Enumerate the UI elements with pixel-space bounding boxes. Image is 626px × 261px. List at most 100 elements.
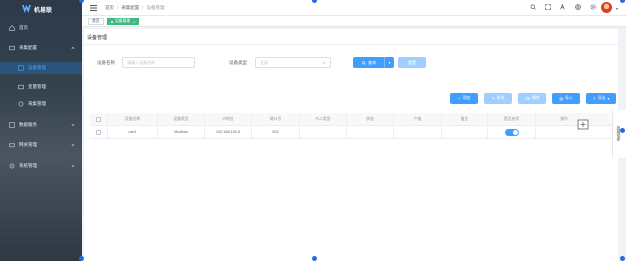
sidebar-item-label: 设备管理 bbox=[28, 65, 46, 70]
chevron-down-icon bbox=[71, 165, 75, 168]
resize-handle[interactable] bbox=[79, 256, 84, 261]
hide-search-panel[interactable]: 隐藏搜索 bbox=[612, 110, 626, 158]
header-tools bbox=[530, 4, 596, 10]
add-comment-icon[interactable] bbox=[577, 119, 589, 131]
sidebar-item-gateway-manage[interactable]: 网关管理 bbox=[0, 139, 82, 151]
chevron-up-icon bbox=[71, 46, 75, 49]
reset-label: 重置 bbox=[408, 59, 416, 65]
device-type-select[interactable]: 全部 bbox=[255, 57, 331, 68]
device-type-label: 设备类型 bbox=[229, 60, 247, 65]
collect-icon bbox=[18, 101, 24, 107]
sidebar: 机易联 首页 采集配置 设备管理 变量管理 采集管理 数据服务 网关管理 系统管… bbox=[0, 0, 82, 261]
select-all-checkbox[interactable] bbox=[96, 116, 101, 122]
config-icon bbox=[9, 45, 15, 51]
header-cell: PLC类型 bbox=[300, 113, 347, 125]
edit-label: 修改 bbox=[496, 96, 505, 100]
fullscreen-icon[interactable] bbox=[545, 4, 551, 10]
tag-label: 首页 bbox=[92, 19, 100, 23]
top-header: 首页 / 采集配置 / 设备管理 ▾ bbox=[82, 0, 626, 16]
settings-icon[interactable] bbox=[590, 4, 596, 10]
row-select-cell[interactable] bbox=[90, 125, 108, 139]
export-button[interactable]: ⇪ 导出 ▾ bbox=[586, 93, 616, 104]
sidebar-item-label: 数据服务 bbox=[19, 122, 37, 127]
header-cell: 备注 bbox=[442, 113, 488, 125]
header-cell: 端口号 bbox=[252, 113, 300, 125]
edit-button[interactable]: ✎ 修改 bbox=[484, 93, 512, 104]
breadcrumb-item[interactable]: 采集配置 bbox=[121, 5, 139, 11]
breadcrumb: 首页 / 采集配置 / 设备管理 bbox=[105, 5, 165, 11]
chevron-down-icon: ▾ bbox=[388, 60, 391, 65]
sidebar-item-collect-config[interactable]: 采集配置 bbox=[0, 42, 82, 54]
sidebar-item-collect-manage[interactable]: 采集管理 bbox=[0, 98, 82, 110]
cell-remark bbox=[442, 125, 488, 139]
enabled-switch[interactable] bbox=[504, 128, 519, 136]
cell-device-type: Modbus bbox=[158, 125, 205, 139]
import-button[interactable]: ▤ 导入 bbox=[552, 93, 580, 104]
logo-icon bbox=[22, 5, 31, 13]
device-table: 设备名称 设备类型 IP地址 端口号 PLC类型 状态 产量 备注 是否启用 操… bbox=[90, 113, 612, 139]
font-size-icon[interactable] bbox=[560, 4, 566, 10]
device-name-input[interactable]: 请输入设备名称 bbox=[122, 57, 195, 68]
sidebar-item-device-manage[interactable]: 设备管理 bbox=[0, 62, 82, 74]
import-icon: ▤ bbox=[559, 97, 563, 101]
sidebar-item-label: 网关管理 bbox=[19, 142, 37, 147]
device-icon bbox=[18, 65, 24, 71]
row-checkbox[interactable] bbox=[96, 129, 101, 135]
delete-icon: ⌫ bbox=[524, 97, 530, 101]
close-icon[interactable]: × bbox=[133, 20, 135, 24]
page-title: 设备管理 bbox=[87, 35, 108, 41]
query-dropdown-button[interactable]: ▾ bbox=[384, 57, 394, 68]
globe-icon[interactable] bbox=[575, 4, 581, 10]
add-label: 添加 bbox=[462, 96, 470, 100]
sidebar-item-label: 采集配置 bbox=[19, 45, 37, 50]
query-label: 查询 bbox=[368, 59, 376, 65]
cell-ip: 192.168.100.5 bbox=[205, 125, 252, 139]
plus-icon: + bbox=[458, 96, 461, 101]
breadcrumb-item[interactable]: 首页 bbox=[105, 5, 114, 11]
delete-button[interactable]: ⌫ 删除 bbox=[518, 93, 546, 104]
chevron-down-icon bbox=[322, 62, 326, 65]
cell-status bbox=[347, 125, 394, 139]
data-service-icon bbox=[9, 122, 15, 128]
caret-down-icon[interactable]: ▾ bbox=[616, 6, 618, 11]
home-icon bbox=[9, 25, 15, 31]
resize-handle[interactable] bbox=[620, 256, 625, 261]
tag-label: 设备管理 bbox=[115, 19, 131, 23]
active-dot-icon bbox=[111, 20, 113, 23]
cell-plc-type bbox=[300, 125, 347, 139]
search-icon[interactable] bbox=[530, 4, 536, 10]
edit-icon: ✎ bbox=[491, 97, 495, 101]
chevron-down-icon bbox=[71, 124, 75, 127]
brand[interactable]: 机易联 bbox=[0, 0, 82, 18]
header-cell: 设备名称 bbox=[108, 113, 158, 125]
reset-button[interactable]: 重置 bbox=[398, 57, 426, 68]
device-name-label: 设备名称 bbox=[97, 60, 115, 65]
query-button[interactable]: 查询 bbox=[353, 57, 385, 68]
sidebar-item-home[interactable]: 首页 bbox=[0, 22, 82, 34]
sidebar-item-variable-manage[interactable]: 变量管理 bbox=[0, 81, 82, 93]
device-type-value: 全部 bbox=[260, 59, 268, 65]
tag-home[interactable]: 首页 bbox=[88, 18, 104, 25]
system-icon bbox=[9, 163, 15, 169]
hamburger-icon[interactable] bbox=[90, 4, 97, 11]
cell-enabled bbox=[488, 125, 536, 139]
sidebar-item-data-service[interactable]: 数据服务 bbox=[0, 119, 82, 131]
header-cell: 是否启用 bbox=[488, 113, 536, 125]
sidebar-item-system-manage[interactable]: 系统管理 bbox=[0, 160, 82, 172]
add-button[interactable]: + 添加 bbox=[450, 93, 478, 104]
header-cell: 状态 bbox=[347, 113, 394, 125]
table-row[interactable]: ose1 Modbus 192.168.100.5 502 bbox=[90, 125, 612, 139]
resize-handle[interactable] bbox=[312, 256, 317, 261]
import-label: 导入 bbox=[565, 96, 573, 100]
gateway-icon bbox=[9, 143, 15, 148]
cell-port: 502 bbox=[252, 125, 300, 139]
select-all-cell[interactable] bbox=[90, 113, 108, 125]
avatar[interactable] bbox=[601, 2, 612, 13]
tag-device-manage[interactable]: 设备管理 × bbox=[107, 18, 140, 25]
sidebar-item-label: 采集管理 bbox=[28, 101, 46, 106]
main-card: 设备管理 设备名称 请输入设备名称 设备类型 全部 查询 ▾ 重置 + 添加 ✎ bbox=[84, 29, 618, 261]
tags-view: 首页 设备管理 × bbox=[82, 16, 626, 27]
breadcrumb-separator: / bbox=[142, 4, 144, 10]
resize-handle[interactable] bbox=[620, 128, 625, 133]
sidebar-item-label: 变量管理 bbox=[28, 84, 46, 89]
